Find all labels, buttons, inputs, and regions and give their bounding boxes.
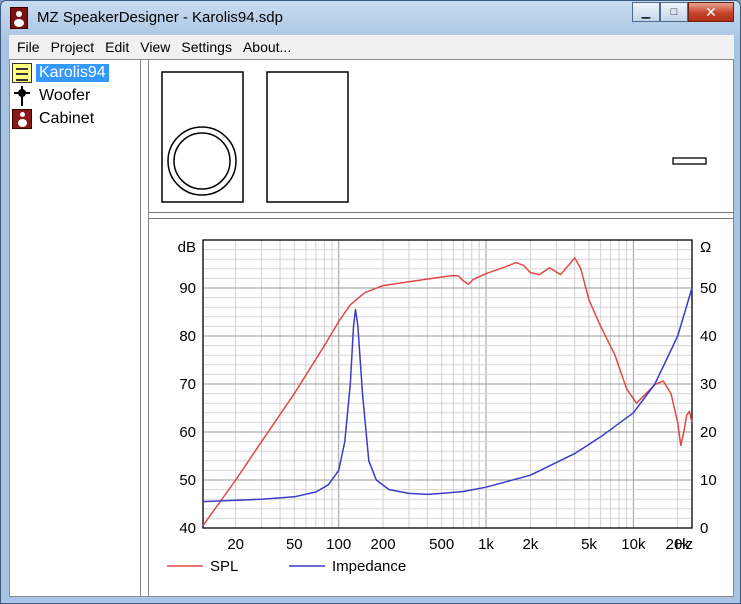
- left-tick-label: 50: [179, 472, 196, 489]
- left-tick-label: 80: [179, 328, 196, 345]
- menu-file[interactable]: File: [13, 39, 47, 55]
- menu-project[interactable]: Project: [47, 39, 102, 55]
- menu-edit[interactable]: Edit: [101, 39, 136, 55]
- project-tree: Karolis94 Woofer Cabinet: [10, 60, 141, 596]
- cabinet-top-view[interactable]: [672, 157, 707, 165]
- window-title: MZ SpeakerDesigner - Karolis94.sdp: [37, 9, 283, 26]
- x-tick-label: 20: [227, 536, 244, 553]
- app-window: MZ SpeakerDesigner - Karolis94.sdp ▁ □ ✕…: [0, 0, 741, 604]
- menu-settings[interactable]: Settings: [177, 39, 239, 55]
- cabinet-front-view[interactable]: [161, 71, 244, 203]
- x-tick-label: 500: [429, 536, 454, 553]
- x-tick-label: 10k: [621, 536, 646, 553]
- cabinet-side-view[interactable]: [266, 71, 349, 203]
- speaker-icon[interactable]: [10, 7, 28, 29]
- right-unit-label: Ω: [700, 239, 711, 256]
- separator: [149, 212, 734, 213]
- right-tick-label: 30: [700, 376, 717, 393]
- close-icon: ✕: [705, 3, 717, 20]
- x-unit-label: Hz: [675, 536, 693, 553]
- right-tick-label: 40: [700, 328, 717, 345]
- woofer-cone-circle: [173, 132, 231, 190]
- design-panel: 20 50 100 200 500 1k 2k 5k 10k 20k Hz 40 50 60 70 80 90 d…: [148, 60, 734, 596]
- menu-view[interactable]: View: [136, 39, 177, 55]
- woofer-outer-circle: [167, 126, 237, 196]
- x-tick-label: 200: [371, 536, 396, 553]
- window-controls: ▁ □ ✕: [632, 2, 734, 22]
- woofer-icon: [12, 86, 32, 106]
- tree-item-label: Woofer: [39, 87, 91, 104]
- right-tick-label: 20: [700, 424, 717, 441]
- right-tick-label: 0: [700, 520, 708, 537]
- left-tick-label: 40: [179, 520, 196, 537]
- minimize-icon: ▁: [641, 6, 651, 19]
- title-bar[interactable]: MZ SpeakerDesigner - Karolis94.sdp ▁ □ ✕: [1, 1, 740, 35]
- right-tick-label: 50: [700, 280, 717, 297]
- menu-about[interactable]: About...: [239, 39, 298, 55]
- legend-label: Impedance: [332, 558, 406, 575]
- tree-item-label: Karolis94: [36, 64, 109, 82]
- x-tick-label: 2k: [522, 536, 538, 553]
- maximize-icon: □: [670, 6, 678, 18]
- minimize-button[interactable]: ▁: [632, 2, 660, 22]
- left-tick-label: 90: [179, 280, 196, 297]
- response-chart[interactable]: 20 50 100 200 500 1k 2k 5k 10k 20kHz405060708090d…: [149, 218, 734, 596]
- left-tick-label: 60: [179, 424, 196, 441]
- left-tick-label: 70: [179, 376, 196, 393]
- maximize-button[interactable]: □: [660, 2, 688, 22]
- tree-item-label: Cabinet: [39, 110, 95, 127]
- left-unit-label: dB: [178, 239, 196, 256]
- cabinet-icon: [12, 109, 32, 129]
- close-button[interactable]: ✕: [688, 2, 734, 22]
- right-tick-label: 10: [700, 472, 717, 489]
- menu-bar: File Project Edit View Settings About...: [9, 35, 734, 59]
- x-tick-label: 100: [326, 536, 351, 553]
- client-area: Karolis94 Woofer Cabinet 20 50 100 200 500 1k: [9, 59, 734, 597]
- cabinet-preview: [161, 71, 707, 203]
- x-tick-label: 1k: [478, 536, 494, 553]
- legend-label: SPL: [210, 558, 238, 575]
- tree-item-cabinet[interactable]: Cabinet: [12, 108, 97, 130]
- project-icon: [12, 63, 32, 83]
- tree-item-woofer[interactable]: Woofer: [12, 85, 93, 107]
- x-tick-label: 5k: [581, 536, 597, 553]
- tree-item-project[interactable]: Karolis94: [12, 62, 109, 84]
- x-tick-label: 50: [286, 536, 303, 553]
